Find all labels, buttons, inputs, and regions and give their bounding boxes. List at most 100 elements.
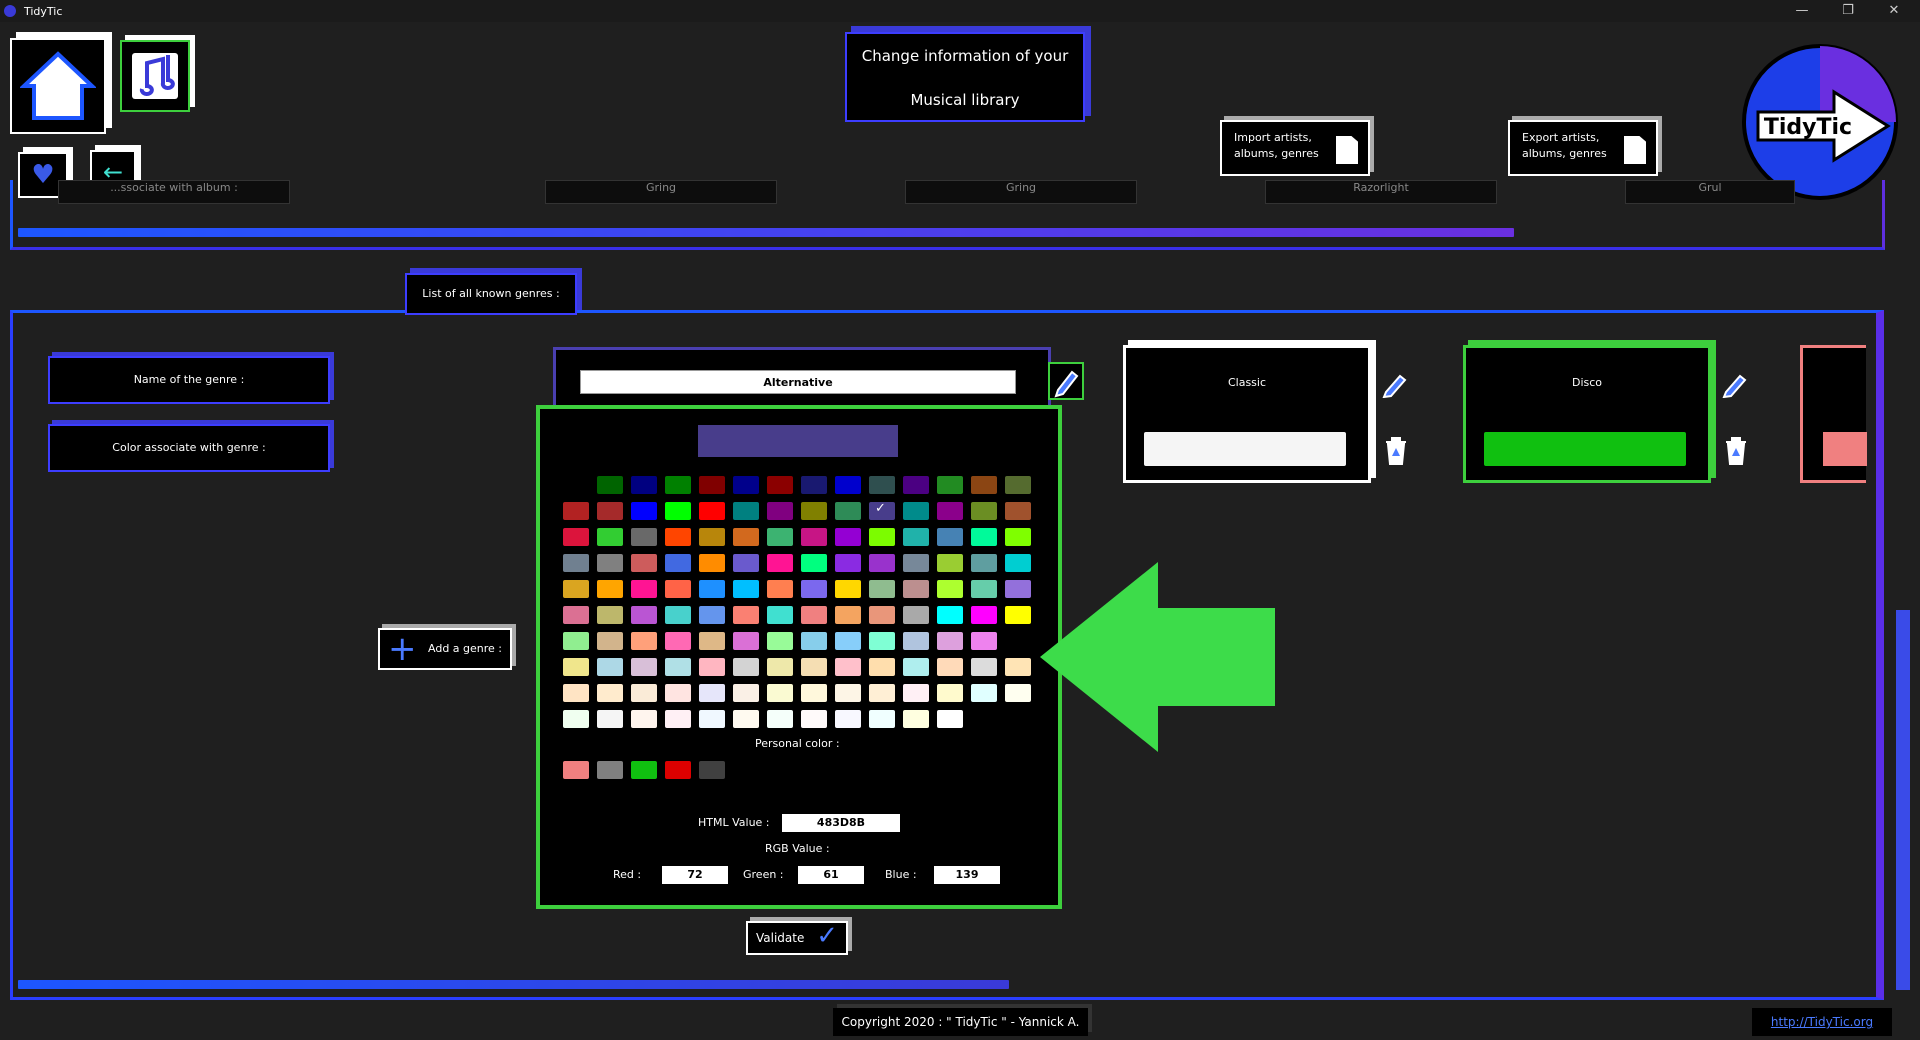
tab-genres[interactable]: List of all known genres : bbox=[405, 273, 577, 315]
color-swatch[interactable] bbox=[767, 606, 793, 624]
color-swatch[interactable] bbox=[733, 528, 759, 546]
color-swatch[interactable] bbox=[733, 710, 759, 728]
color-swatch[interactable] bbox=[631, 684, 657, 702]
color-swatch[interactable] bbox=[665, 684, 691, 702]
validate-button[interactable]: Validate ✓ bbox=[746, 921, 848, 955]
color-swatch[interactable] bbox=[937, 710, 963, 728]
color-swatch[interactable] bbox=[937, 502, 963, 520]
color-swatch[interactable] bbox=[903, 658, 929, 676]
color-swatch[interactable] bbox=[665, 476, 691, 494]
color-swatch[interactable] bbox=[699, 606, 725, 624]
color-swatch[interactable] bbox=[733, 554, 759, 572]
color-swatch[interactable] bbox=[971, 502, 997, 520]
color-swatch[interactable] bbox=[869, 580, 895, 598]
genre-name-input[interactable]: Alternative bbox=[580, 370, 1016, 394]
color-swatch[interactable] bbox=[903, 502, 929, 520]
color-swatch[interactable] bbox=[801, 580, 827, 598]
edit-genre-button[interactable] bbox=[1048, 362, 1084, 400]
color-swatch[interactable] bbox=[631, 502, 657, 520]
color-swatch[interactable] bbox=[733, 658, 759, 676]
color-swatch[interactable] bbox=[597, 684, 623, 702]
color-swatch[interactable] bbox=[937, 476, 963, 494]
personal-color-swatch[interactable] bbox=[699, 761, 725, 779]
color-swatch[interactable] bbox=[903, 684, 929, 702]
color-swatch[interactable] bbox=[631, 658, 657, 676]
vertical-scrollbar[interactable] bbox=[1896, 610, 1910, 990]
color-swatch[interactable] bbox=[1005, 684, 1031, 702]
color-swatch[interactable] bbox=[631, 554, 657, 572]
color-swatch[interactable] bbox=[801, 476, 827, 494]
color-swatch[interactable] bbox=[937, 606, 963, 624]
add-genre-button[interactable]: + Add a genre : bbox=[378, 628, 512, 670]
minimize-button[interactable]: — bbox=[1782, 0, 1822, 22]
color-swatch[interactable] bbox=[665, 632, 691, 650]
color-swatch[interactable] bbox=[665, 658, 691, 676]
color-swatch[interactable] bbox=[733, 632, 759, 650]
color-swatch[interactable] bbox=[869, 476, 895, 494]
trash-icon[interactable] bbox=[1722, 434, 1746, 465]
color-swatch[interactable] bbox=[971, 554, 997, 572]
color-swatch[interactable] bbox=[767, 684, 793, 702]
color-swatch[interactable] bbox=[767, 658, 793, 676]
color-swatch[interactable] bbox=[801, 502, 827, 520]
color-swatch[interactable] bbox=[937, 528, 963, 546]
blue-input[interactable]: 139 bbox=[934, 866, 1000, 884]
color-swatch[interactable] bbox=[971, 476, 997, 494]
color-swatch[interactable] bbox=[563, 684, 589, 702]
import-button[interactable]: Import artists, albums, genres bbox=[1220, 120, 1370, 176]
color-swatch[interactable] bbox=[665, 606, 691, 624]
color-swatch[interactable] bbox=[903, 632, 929, 650]
color-swatch[interactable] bbox=[767, 580, 793, 598]
color-swatch[interactable] bbox=[1005, 502, 1031, 520]
color-swatch[interactable] bbox=[835, 528, 861, 546]
color-swatch[interactable] bbox=[563, 658, 589, 676]
color-swatch[interactable] bbox=[835, 632, 861, 650]
color-swatch[interactable] bbox=[835, 658, 861, 676]
color-swatch[interactable] bbox=[801, 606, 827, 624]
green-input[interactable]: 61 bbox=[798, 866, 864, 884]
bottom-scroll-progress[interactable] bbox=[18, 980, 1010, 989]
color-swatch[interactable] bbox=[937, 658, 963, 676]
color-swatch[interactable] bbox=[563, 580, 589, 598]
color-swatch[interactable] bbox=[699, 528, 725, 546]
color-swatch[interactable] bbox=[597, 632, 623, 650]
color-swatch[interactable] bbox=[767, 476, 793, 494]
color-swatch[interactable] bbox=[699, 476, 725, 494]
color-swatch[interactable] bbox=[597, 580, 623, 598]
color-swatch[interactable] bbox=[767, 710, 793, 728]
color-swatch[interactable] bbox=[597, 476, 623, 494]
color-swatch[interactable] bbox=[665, 502, 691, 520]
color-swatch[interactable] bbox=[563, 710, 589, 728]
color-swatch[interactable] bbox=[903, 528, 929, 546]
trash-icon[interactable] bbox=[1382, 434, 1406, 465]
color-swatch[interactable] bbox=[937, 554, 963, 572]
color-swatch[interactable] bbox=[597, 502, 623, 520]
color-swatch[interactable] bbox=[699, 554, 725, 572]
color-swatch[interactable] bbox=[597, 528, 623, 546]
personal-color-swatch[interactable] bbox=[563, 761, 589, 779]
color-swatch[interactable] bbox=[869, 632, 895, 650]
color-swatch[interactable] bbox=[767, 554, 793, 572]
color-swatch[interactable] bbox=[597, 606, 623, 624]
color-swatch[interactable] bbox=[801, 710, 827, 728]
color-swatch[interactable] bbox=[563, 632, 589, 650]
color-swatch[interactable] bbox=[835, 554, 861, 572]
color-swatch[interactable] bbox=[801, 554, 827, 572]
genre-card-classic[interactable]: Classic bbox=[1123, 345, 1371, 483]
color-swatch[interactable] bbox=[733, 580, 759, 598]
color-swatch[interactable] bbox=[733, 476, 759, 494]
color-swatch[interactable] bbox=[665, 580, 691, 598]
export-button[interactable]: Export artists, albums, genres bbox=[1508, 120, 1658, 176]
home-button[interactable] bbox=[10, 38, 106, 134]
color-swatch[interactable] bbox=[665, 528, 691, 546]
top-scroll-progress[interactable] bbox=[18, 228, 1514, 237]
color-swatch[interactable] bbox=[631, 580, 657, 598]
html-value-input[interactable]: 483D8B bbox=[782, 814, 900, 832]
color-swatch[interactable] bbox=[699, 710, 725, 728]
color-swatch[interactable] bbox=[971, 684, 997, 702]
color-swatch[interactable] bbox=[869, 684, 895, 702]
color-swatch[interactable] bbox=[631, 606, 657, 624]
color-swatch[interactable] bbox=[971, 658, 997, 676]
color-swatch[interactable] bbox=[733, 502, 759, 520]
color-swatch[interactable] bbox=[937, 684, 963, 702]
